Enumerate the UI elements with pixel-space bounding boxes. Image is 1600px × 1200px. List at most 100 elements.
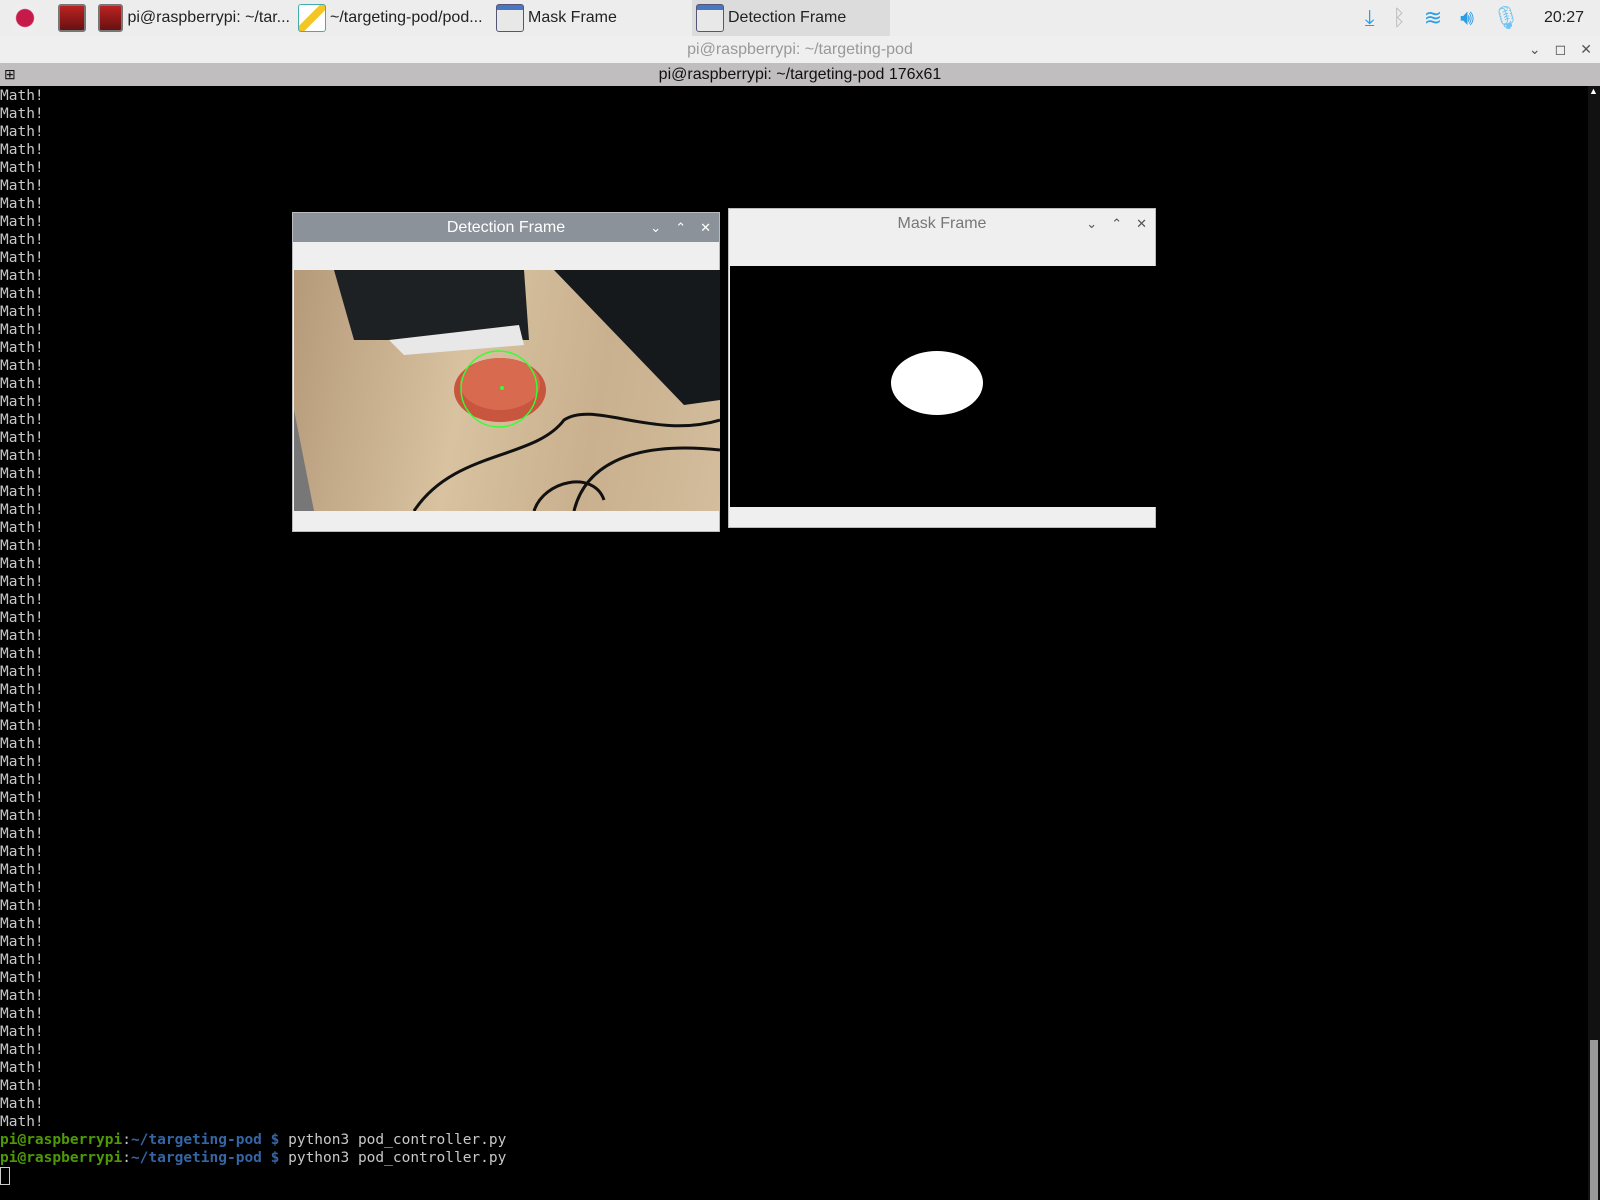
mask-frame-titlebar[interactable]: Mask Frame ⌄ ⌃ ✕ [729,209,1155,238]
minimize-icon[interactable]: ⌄ [1086,209,1097,238]
scroll-up-icon[interactable]: ▲ [1589,86,1598,96]
prompt-user: pi@raspberrypi [0,1132,123,1148]
terminal-line: Math! [0,1114,44,1130]
terminal-line: Math! [0,574,44,590]
terminal-line: Math! [0,106,44,122]
prompt-path: ~/targeting-pod [130,1150,262,1166]
terminal-line: Math! [0,160,44,176]
window-icon [496,4,524,32]
prompt-path: ~/targeting-pod [130,1132,262,1148]
prompt-user: pi@raspberrypi [0,1150,123,1166]
bluetooth-icon[interactable]: ᛒ [1393,5,1406,31]
terminal-line: Math! [0,988,44,1004]
taskbar-item-label: pi@raspberrypi: ~/tar... [127,9,290,26]
terminal-line: Math! [0,736,44,752]
window-title: Mask Frame [897,215,987,232]
taskbar-item-label: Mask Frame [528,9,617,26]
taskbar-item-label: ~/targeting-pod/pod... [330,9,483,26]
window-title: pi@raspberrypi: ~/targeting-pod [687,41,913,58]
terminal-line: Math! [0,880,44,896]
terminal-line: Math! [0,628,44,644]
terminal-line: Math! [0,790,44,806]
terminal-line: Math! [0,88,44,104]
minimize-icon[interactable]: ⌄ [650,213,661,242]
close-icon[interactable]: ✕ [1580,36,1592,63]
terminal-line: Math! [0,862,44,878]
terminal-cursor [0,1167,10,1185]
terminal-icon [58,4,86,32]
terminal-line: Math! [0,142,44,158]
window-icon [696,4,724,32]
close-icon[interactable]: ✕ [700,213,711,242]
terminal-line: Math! [0,538,44,554]
terminal-line: Math! [0,826,44,842]
camera-scene [294,270,720,511]
terminal-line: Math! [0,808,44,824]
taskbar-launcher-terminal[interactable] [54,0,94,36]
text-editor-icon [298,4,326,32]
volume-icon[interactable]: 🔊︎ [1460,5,1474,31]
scrollbar[interactable]: ▲ [1588,86,1600,1200]
maximize-icon[interactable]: ⌃ [675,213,686,242]
raspberry-menu-button[interactable] [0,0,54,36]
terminal-line: Math! [0,646,44,662]
terminal-line: Math! [0,970,44,986]
taskbar: pi@raspberrypi: ~/tar... ~/targeting-pod… [0,0,1600,36]
terminal-line: Math! [0,1042,44,1058]
terminal-line: Math! [0,1078,44,1094]
terminal-line: Math! [0,772,44,788]
mask-frame-window[interactable]: Mask Frame ⌄ ⌃ ✕ [728,208,1156,528]
terminal-icon [98,4,124,32]
clock[interactable]: 20:27 [1544,9,1584,27]
download-icon[interactable]: ⤓ [1365,5,1375,31]
terminal-line: Math! [0,952,44,968]
taskbar-item-terminal[interactable]: pi@raspberrypi: ~/tar... [94,0,294,36]
terminal-line: Math! [0,934,44,950]
terminal-line: Math! [0,754,44,770]
prompt-dollar: $ [261,1150,289,1166]
detection-frame-window[interactable]: Detection Frame ⌄ ⌃ ✕ [292,212,720,532]
taskbar-item-mask-frame[interactable]: Mask Frame [492,0,692,36]
prompt-dollar: $ [261,1132,289,1148]
terminal-line: Math! [0,682,44,698]
raspberry-pi-icon [10,3,40,33]
terminal-line: Math! [0,124,44,140]
tab-menu-icon[interactable]: ⊞ [4,63,16,86]
maximize-icon[interactable]: ◻ [1555,36,1567,63]
terminal-line: Math! [0,664,44,680]
close-icon[interactable]: ✕ [1136,209,1147,238]
mask-image [730,266,1156,507]
wifi-icon[interactable]: ≋ [1424,5,1442,31]
tab-title: pi@raspberrypi: ~/targeting-pod 176x61 [658,66,942,83]
terminal-line: Math! [0,1024,44,1040]
maximize-icon[interactable]: ⌃ [1111,209,1122,238]
prompt-separator: : [122,1132,131,1148]
terminal-line: Math! [0,610,44,626]
terminal-line: Math! [0,178,44,194]
window-title: Detection Frame [446,219,566,236]
prompt-separator: : [122,1150,131,1166]
mask-blob [891,351,983,415]
taskbar-item-detection-frame[interactable]: Detection Frame [692,0,890,36]
minimize-icon[interactable]: ⌄ [1529,36,1541,63]
prompt-line: pi@raspberrypi:~/targeting-pod $ python3… [0,1131,1588,1149]
terminal-line: Math! [0,916,44,932]
command: python3 pod_controller.py [288,1150,507,1166]
microphone-icon[interactable]: 🎙︎ [1492,5,1520,31]
terminal-line: Math! [0,718,44,734]
terminal-line: Math! [0,898,44,914]
window-titlebar[interactable]: pi@raspberrypi: ~/targeting-pod ⌄ ◻ ✕ [0,36,1600,63]
terminal-tab[interactable]: ⊞ pi@raspberrypi: ~/targeting-pod 176x61 [0,63,1600,86]
command: python3 pod_controller.py [288,1132,507,1148]
camera-image [294,270,720,511]
terminal-line: Math! [0,556,44,572]
terminal-line: Math! [0,700,44,716]
terminal-line: Math! [0,844,44,860]
system-tray: ⤓ ᛒ ≋ 🔊︎ 🎙︎ 20:27 [1365,0,1600,36]
terminal-line: Math! [0,592,44,608]
terminal-line: Math! [0,1096,44,1112]
taskbar-item-editor[interactable]: ~/targeting-pod/pod... [294,0,492,36]
detection-frame-titlebar[interactable]: Detection Frame ⌄ ⌃ ✕ [293,213,719,242]
taskbar-item-label: Detection Frame [728,9,847,26]
scrollbar-thumb[interactable] [1590,1040,1598,1200]
